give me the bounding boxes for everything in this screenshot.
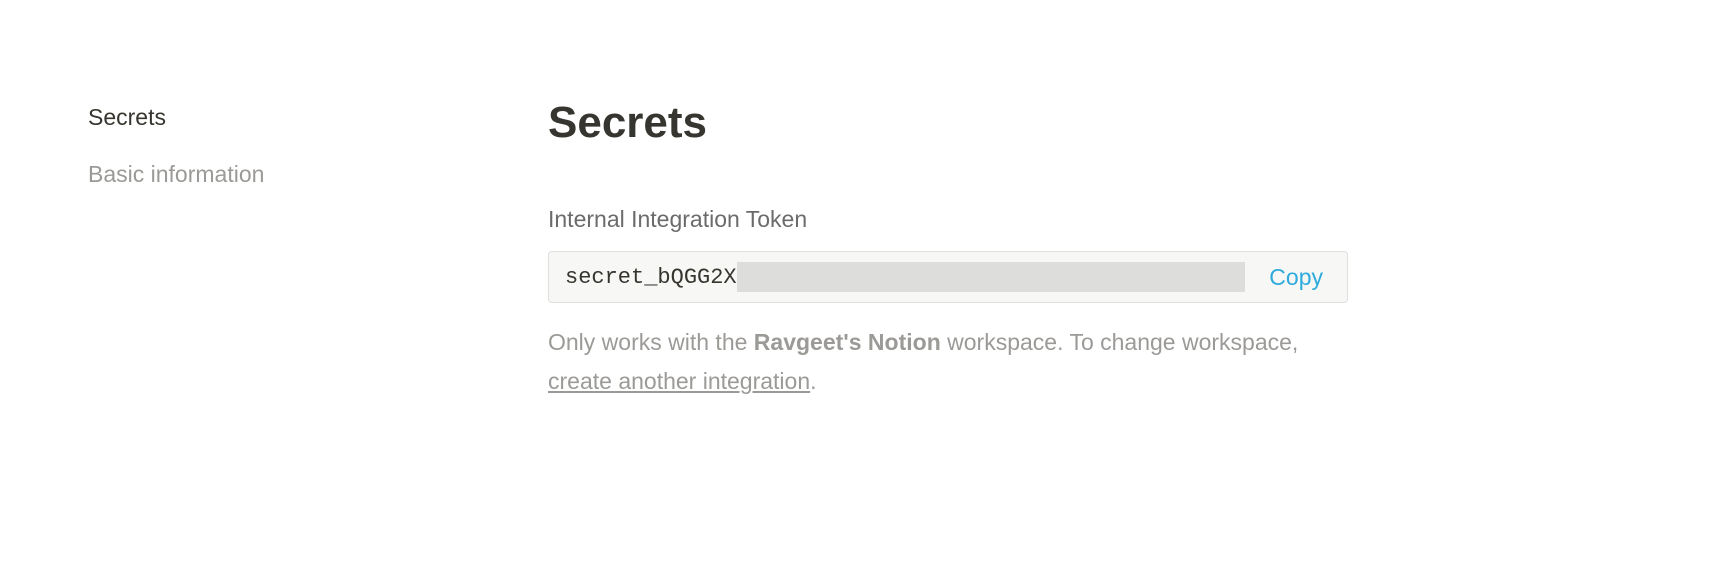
help-text-workspace: Ravgeet's Notion [754,329,941,355]
help-text-middle: workspace. To change workspace, [941,329,1299,355]
help-text-prefix: Only works with the [548,329,754,355]
create-integration-link[interactable]: create another integration [548,368,810,394]
help-text-suffix: . [810,368,816,394]
page-title: Secrets [548,98,1348,148]
main-content: Secrets Internal Integration Token secre… [548,100,1348,401]
token-value: secret_bQGG2X [565,265,737,290]
token-box: secret_bQGG2X Copy [548,251,1348,303]
sidebar-item-basic-information[interactable]: Basic information [88,157,368,192]
page-container: Secrets Basic information Secrets Intern… [0,0,1725,401]
token-mask [737,262,1246,292]
sidebar: Secrets Basic information [88,100,368,401]
copy-button[interactable]: Copy [1261,264,1331,291]
token-field-label: Internal Integration Token [548,206,1348,233]
help-text: Only works with the Ravgeet's Notion wor… [548,323,1348,401]
sidebar-item-secrets[interactable]: Secrets [88,100,368,135]
